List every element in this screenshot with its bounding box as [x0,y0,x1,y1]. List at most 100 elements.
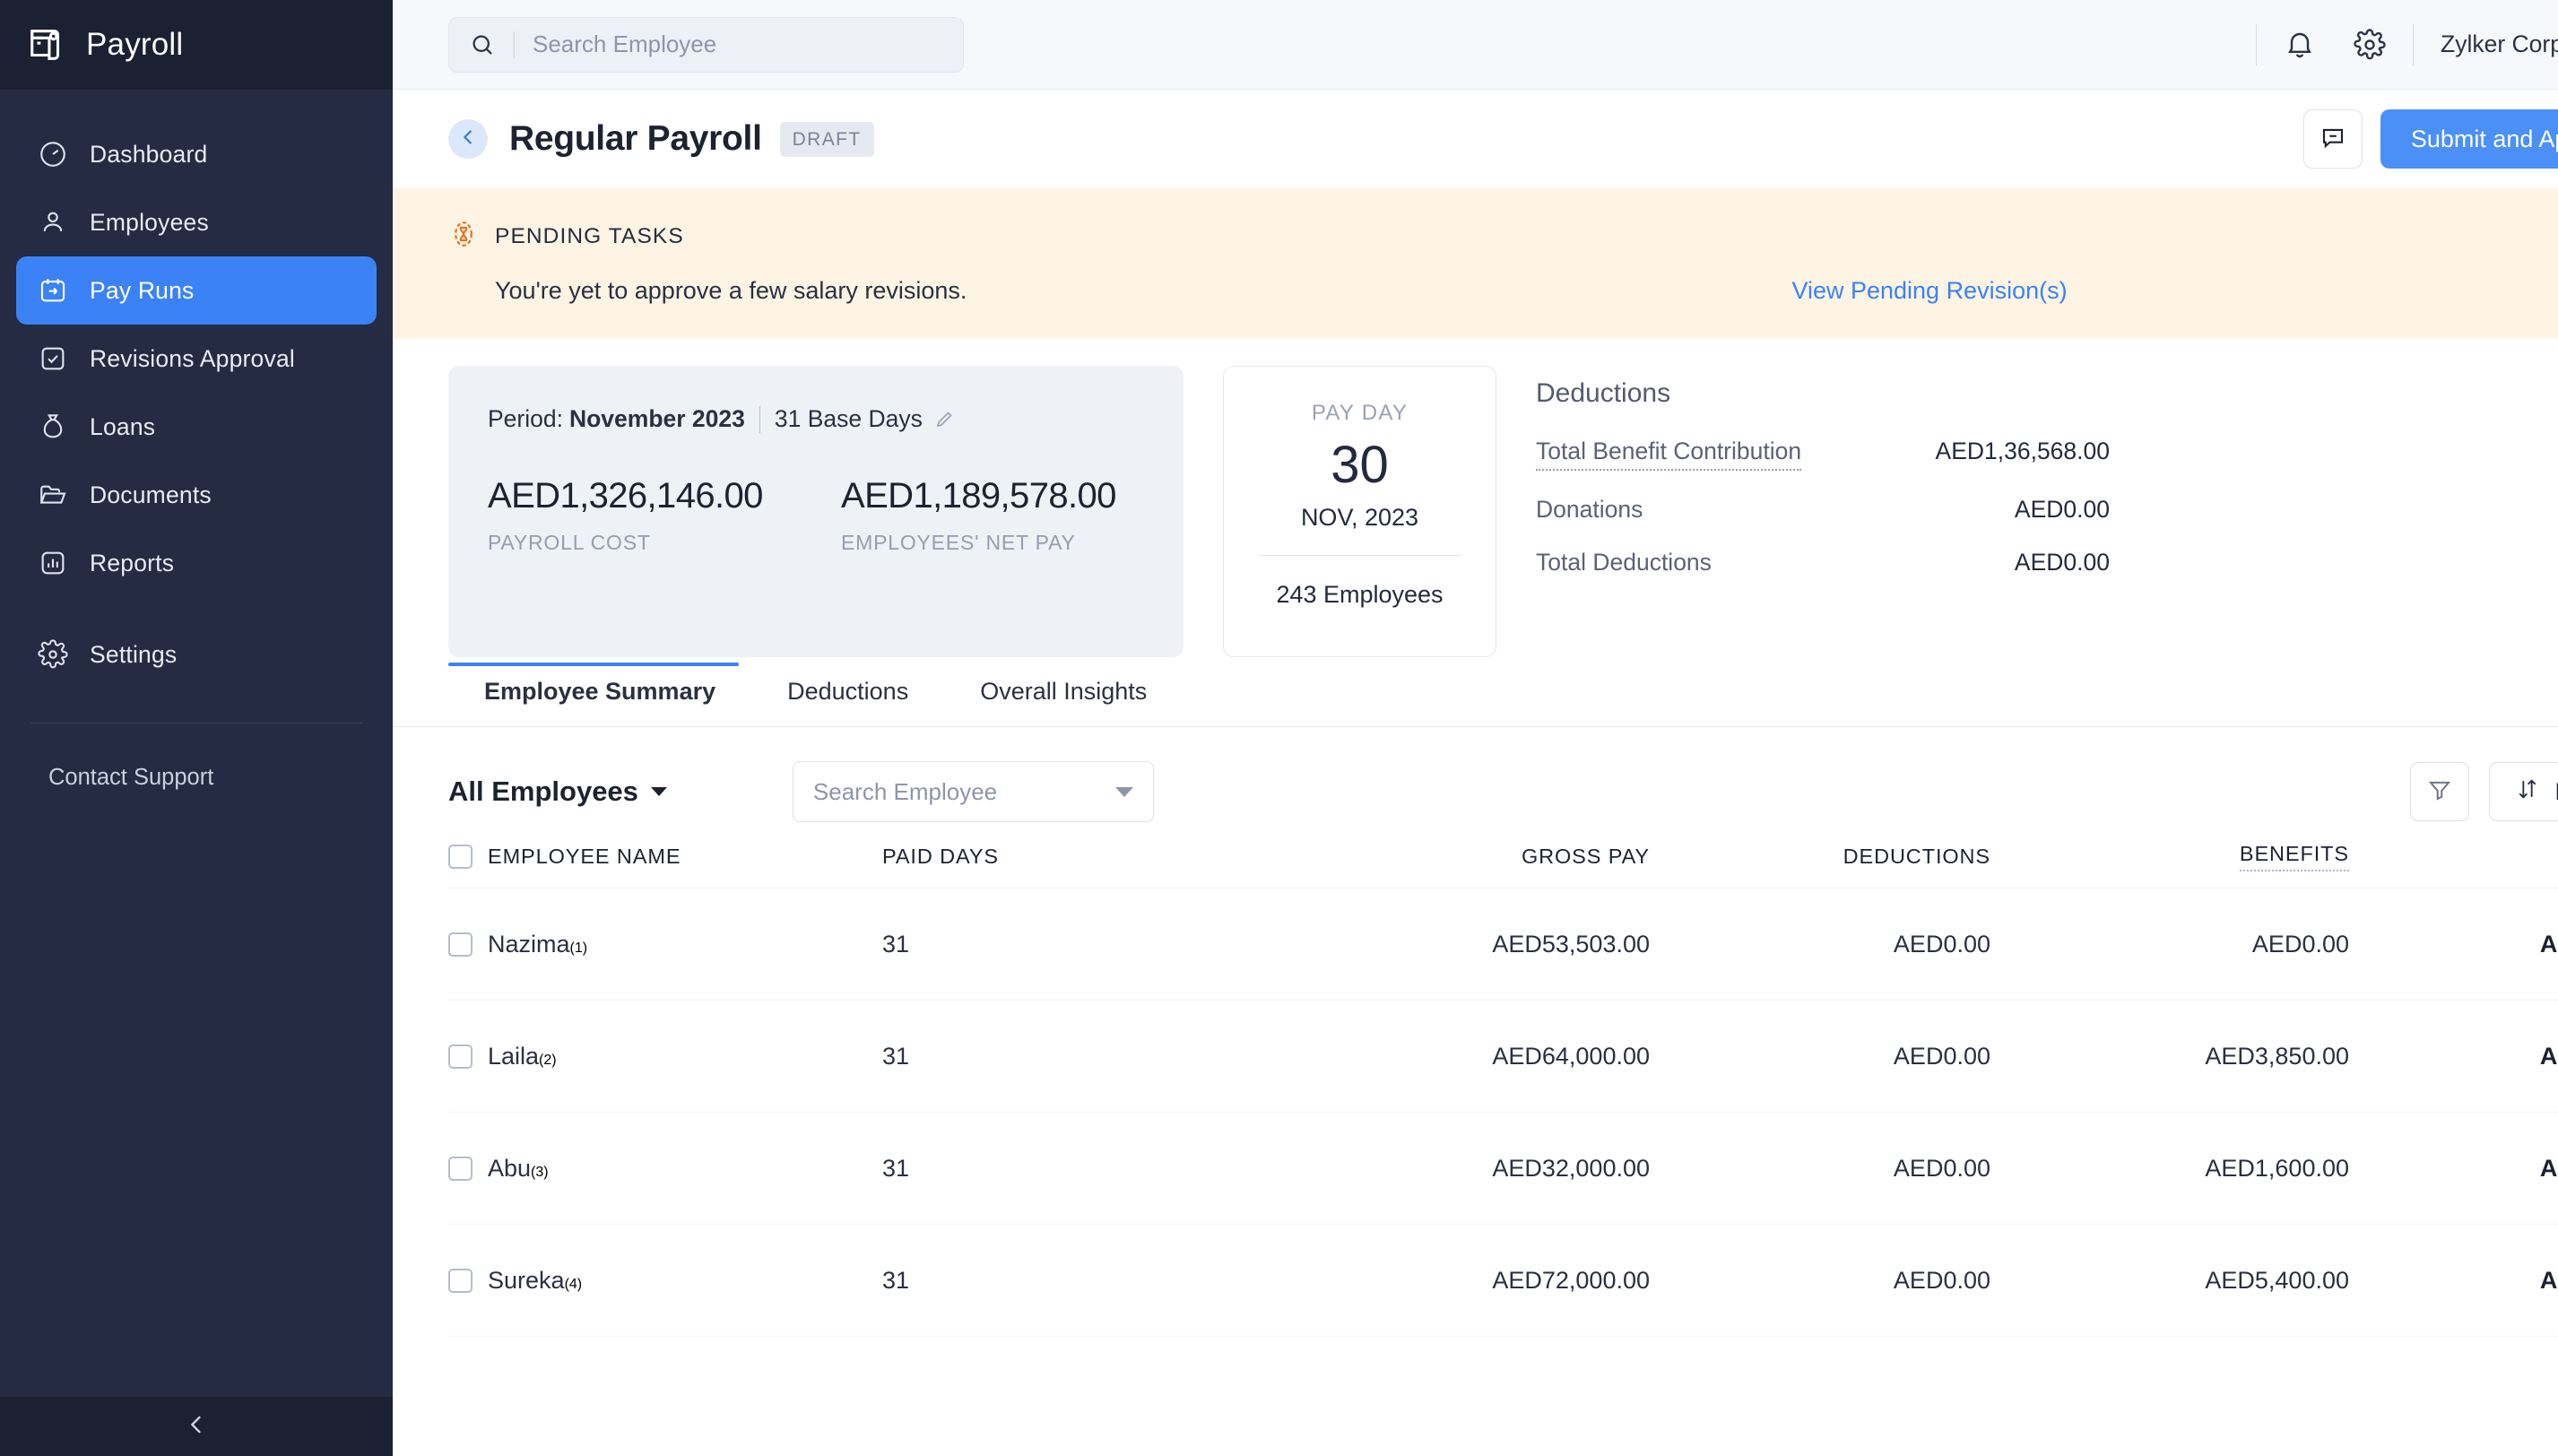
sidebar-item-settings[interactable]: Settings [16,620,377,689]
cell-deductions: AED0.00 [1894,931,1990,958]
tab-deductions[interactable]: Deductions [751,678,944,727]
cell-gross-pay: AED64,000.00 [1492,1043,1650,1070]
payroll-cost-block: AED1,326,146.00 PAYROLL COST [488,476,705,555]
sidebar-item-revisions-approval[interactable]: Revisions Approval [16,325,377,393]
column-header-paid-days[interactable]: PAID DAYS [882,845,999,868]
brand-name: Payroll [86,27,183,63]
sidebar-item-employees[interactable]: Employees [16,188,377,256]
sidebar-item-reports[interactable]: Reports [16,529,377,597]
comment-button[interactable] [2303,109,2363,169]
column-header-deductions[interactable]: DEDUCTIONS [1843,845,1990,868]
tab-underline [393,726,2558,727]
back-button[interactable] [448,119,488,159]
gear-icon[interactable] [2354,29,2386,61]
check-square-icon [38,343,68,374]
global-search-placeholder: Search Employee [533,30,716,58]
sidebar-item-label: Documents [90,481,212,509]
table-row[interactable]: Abu(3) 31 AED32,000.00 AED0.00 AED1,600.… [448,1113,2558,1225]
period-divider [759,406,760,433]
banner-title: PENDING TASKS [495,224,684,249]
pencil-icon[interactable] [933,409,955,430]
payroll-cost-label: PAYROLL COST [488,531,705,555]
column-header-gross-pay[interactable]: GROSS PAY [1522,845,1650,868]
sidebar-collapse-button[interactable] [0,1397,393,1456]
chevron-left-icon [458,127,478,152]
view-pending-revisions-link[interactable]: View Pending Revision(s) [1791,277,2067,305]
deduction-name: Total Deductions [1536,549,1712,576]
base-days-value: 31 Base Days [775,405,923,433]
sidebar-nav: Dashboard Employees Pay Runs Revisions A… [0,90,393,689]
contact-support-link[interactable]: Contact Support [0,724,393,791]
column-header-employee-name[interactable]: EMPLOYEE NAME [488,845,681,868]
org-name-label: Zylker Corporation [2441,30,2558,58]
sidebar-item-pay-runs[interactable]: Pay Runs [16,256,377,325]
nav-spacer [0,597,393,620]
column-header-benefits[interactable]: BENEFITS [2240,842,2349,871]
bell-icon[interactable] [2284,29,2316,61]
caret-down-icon [1115,787,1133,797]
payday-card: PAY DAY 30 NOV, 2023 243 Employees [1223,366,1496,657]
employee-search-select[interactable]: Search Employee [793,761,1154,822]
top-bar: Search Employee Zylker Corporation [393,0,2558,90]
org-switcher[interactable]: Zylker Corporation [2441,30,2558,58]
payday-divider [1258,555,1461,556]
filter-button[interactable] [2410,762,2469,821]
cell-gross-pay: AED53,503.00 [1492,931,1650,958]
net-pay-value: AED1,189,578.00 [841,476,1058,516]
deduction-name: Donations [1536,496,1643,524]
main-content: Search Employee Zylker Corporation [393,0,2558,1456]
payday-day: 30 [1331,435,1389,495]
net-pay-label: EMPLOYEES' NET PAY [841,531,1058,555]
import-export-arrows-icon [2515,776,2540,808]
sidebar-item-label: Revisions Approval [90,345,295,373]
tab-overall-insights[interactable]: Overall Insights [944,678,1183,727]
submit-and-approve-button[interactable]: Submit and Approve [2380,109,2558,169]
sidebar-item-dashboard[interactable]: Dashboard [16,120,377,188]
cell-employee-index: (3) [531,1165,549,1180]
deduction-name[interactable]: Total Benefit Contribution [1536,438,1801,471]
sidebar-item-documents[interactable]: Documents [16,461,377,529]
cell-net-pay: AED66,600.00 [2540,1267,2558,1294]
table-toolbar: All Employees Search Employee Import / [393,727,2558,826]
topbar-divider-left [2256,24,2257,65]
cell-benefits: AED0.00 [2252,931,2349,958]
search-icon [469,31,496,58]
table-row[interactable]: Laila(2) 31 AED64,000.00 AED0.00 AED3,85… [448,1001,2558,1113]
row-checkbox[interactable] [448,1157,473,1181]
bar-chart-icon [38,548,68,578]
hourglass-icon [448,219,479,254]
import-export-button[interactable]: Import / Export [2489,762,2558,821]
cell-gross-pay: AED72,000.00 [1492,1267,1650,1294]
employee-group-dropdown[interactable]: All Employees [448,776,667,808]
row-checkbox[interactable] [448,932,473,957]
table-row[interactable]: Sureka(4) 31 AED72,000.00 AED0.00 AED5,4… [448,1225,2558,1337]
cell-employee-name: Nazima [488,931,570,958]
page-title-bar: Regular Payroll DRAFT Submit and Approve [393,90,2558,188]
cell-net-pay: AED30,400.00 [2540,1155,2558,1182]
cell-employee-index: (2) [539,1053,557,1068]
deduction-row: Donations AED0.00 [1536,496,2110,524]
row-checkbox[interactable] [448,1269,473,1293]
deductions-panel: Deductions Total Benefit Contribution AE… [1536,366,2110,602]
cell-employee-index: (1) [570,940,588,956]
global-search-input[interactable]: Search Employee [448,17,964,73]
sidebar-item-loans[interactable]: Loans [16,393,377,461]
cell-benefits: AED3,850.00 [2205,1043,2349,1070]
select-all-checkbox[interactable] [448,845,473,869]
cell-employee-name: Laila [488,1043,539,1070]
chevron-left-icon [184,1412,209,1442]
gear-icon [38,639,68,670]
deduction-value: AED1,36,568.00 [1936,438,2110,465]
deduction-row: Total Benefit Contribution AED1,36,568.0… [1536,438,2110,471]
tab-employee-summary[interactable]: Employee Summary [448,678,751,727]
page-title: Regular Payroll [509,119,762,159]
row-checkbox[interactable] [448,1044,473,1069]
money-bag-icon [38,412,68,442]
folder-icon [38,480,68,510]
cell-paid-days: 31 [882,1155,909,1182]
cell-paid-days: 31 [882,1267,909,1294]
funnel-icon [2426,776,2453,808]
cell-paid-days: 31 [882,931,909,958]
employee-search-placeholder: Search Employee [813,778,997,806]
table-row[interactable]: Nazima(1) 31 AED53,503.00 AED0.00 AED0.0… [448,888,2558,1001]
